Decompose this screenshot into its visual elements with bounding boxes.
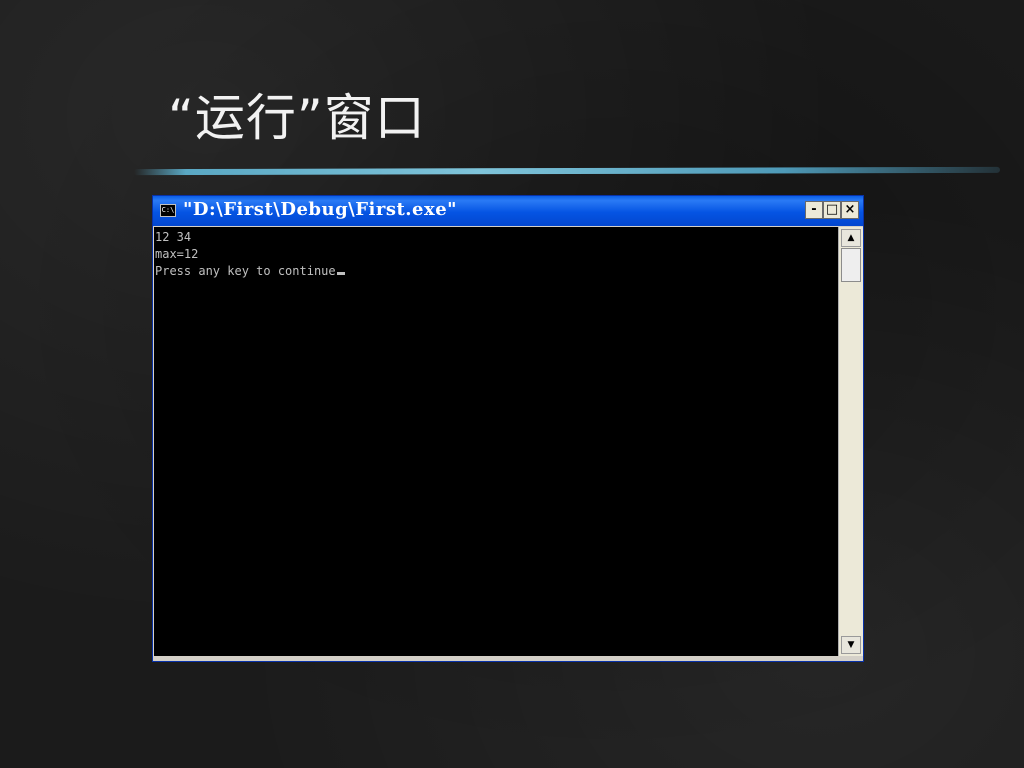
- close-button[interactable]: ×: [841, 201, 859, 219]
- console-output[interactable]: 12 34 max=12 Press any key to continue: [154, 227, 838, 656]
- console-line-prompt: Press any key to continue: [155, 263, 838, 280]
- console-prompt-text: Press any key to continue: [155, 264, 336, 278]
- minimize-button[interactable]: -: [805, 201, 823, 219]
- slide-title: “运行”窗口: [168, 89, 426, 147]
- text-cursor: [336, 272, 345, 275]
- console-window[interactable]: C:\ "D:\First\Debug\First.exe" - □ × 12 …: [152, 195, 864, 662]
- console-line: 12 34: [155, 230, 192, 244]
- vertical-scrollbar[interactable]: ▲ ▼: [838, 227, 863, 656]
- scroll-thumb[interactable]: [841, 248, 861, 282]
- window-titlebar[interactable]: C:\ "D:\First\Debug\First.exe" - □ ×: [153, 196, 863, 226]
- window-title: "D:\First\Debug\First.exe": [183, 199, 458, 220]
- console-line: max=12: [155, 247, 199, 261]
- maximize-button[interactable]: □: [823, 201, 841, 219]
- scroll-up-arrow-icon[interactable]: ▲: [841, 229, 861, 247]
- scroll-down-arrow-icon[interactable]: ▼: [841, 636, 861, 654]
- decorative-divider: [134, 166, 1000, 176]
- console-app-icon[interactable]: C:\: [160, 204, 176, 217]
